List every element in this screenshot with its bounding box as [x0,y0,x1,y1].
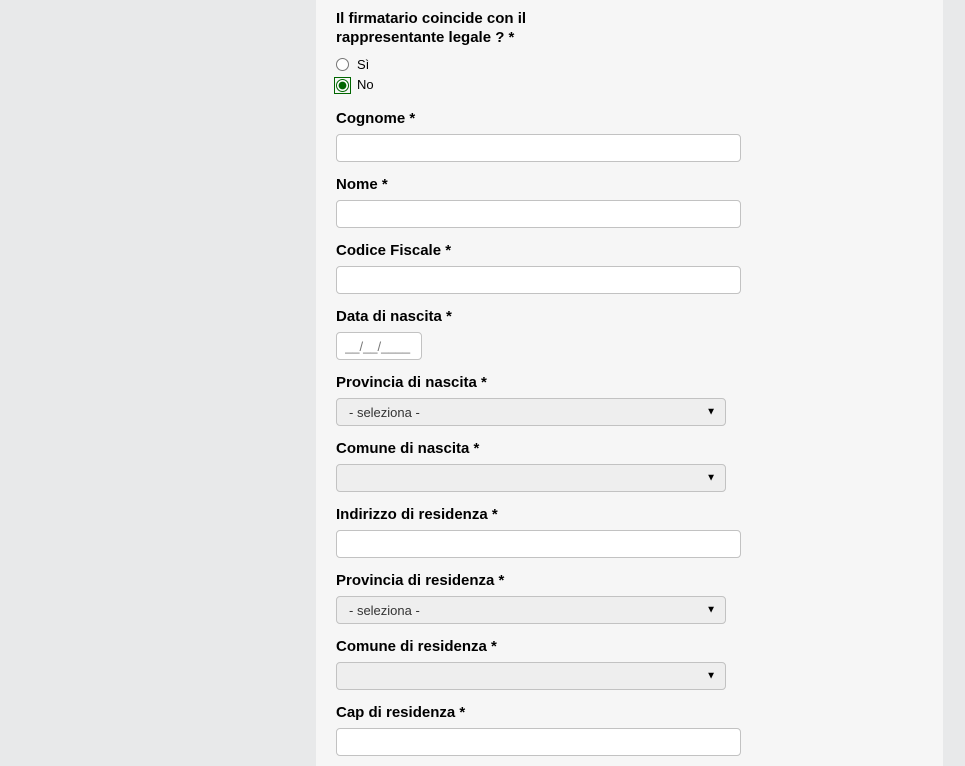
field-comune-residenza: Comune di residenza * ▼ [336,638,923,690]
select-provincia-nascita[interactable]: - seleziona - [336,398,726,426]
input-data-nascita[interactable] [336,332,422,360]
radio-option-si[interactable]: Sì [336,55,923,76]
select-provincia-residenza[interactable]: - seleziona - [336,596,726,624]
label-cognome: Cognome * [336,110,923,127]
radio-no[interactable] [336,79,349,92]
field-cap-residenza: Cap di residenza * [336,704,923,756]
input-codice-fiscale[interactable] [336,266,741,294]
label-codice-fiscale: Codice Fiscale * [336,242,923,259]
form-inner: Il firmatario coincide con il rappresent… [316,0,943,756]
select-comune-nascita[interactable] [336,464,726,492]
form-panel: Il firmatario coincide con il rappresent… [316,0,943,766]
radio-no-label: No [357,75,374,96]
label-nome: Nome * [336,176,923,193]
field-data-nascita: Data di nascita * [336,308,923,360]
radio-option-no[interactable]: No [336,75,923,96]
radio-si[interactable] [336,58,349,71]
label-provincia-nascita: Provincia di nascita * [336,374,923,391]
radio-si-label: Sì [357,55,369,76]
field-indirizzo-residenza: Indirizzo di residenza * [336,506,923,558]
label-comune-residenza: Comune di residenza * [336,638,923,655]
select-wrap-provincia-nascita: - seleziona - ▼ [336,398,726,426]
label-data-nascita: Data di nascita * [336,308,923,325]
field-provincia-residenza: Provincia di residenza * - seleziona - ▼ [336,572,923,624]
label-provincia-residenza: Provincia di residenza * [336,572,923,589]
select-wrap-comune-residenza: ▼ [336,662,726,690]
field-codice-fiscale: Codice Fiscale * [336,242,923,294]
label-indirizzo-residenza: Indirizzo di residenza * [336,506,923,523]
field-nome: Nome * [336,176,923,228]
input-nome[interactable] [336,200,741,228]
input-indirizzo-residenza[interactable] [336,530,741,558]
input-cap-residenza[interactable] [336,728,741,756]
select-wrap-comune-nascita: ▼ [336,464,726,492]
label-comune-nascita: Comune di nascita * [336,440,923,457]
question-label: Il firmatario coincide con il rappresent… [336,10,636,48]
select-wrap-provincia-residenza: - seleziona - ▼ [336,596,726,624]
field-provincia-nascita: Provincia di nascita * - seleziona - ▼ [336,374,923,426]
input-cognome[interactable] [336,134,741,162]
select-comune-residenza[interactable] [336,662,726,690]
field-comune-nascita: Comune di nascita * ▼ [336,440,923,492]
field-cognome: Cognome * [336,110,923,162]
radio-group-firmatario: Sì No [336,55,923,97]
label-cap-residenza: Cap di residenza * [336,704,923,721]
